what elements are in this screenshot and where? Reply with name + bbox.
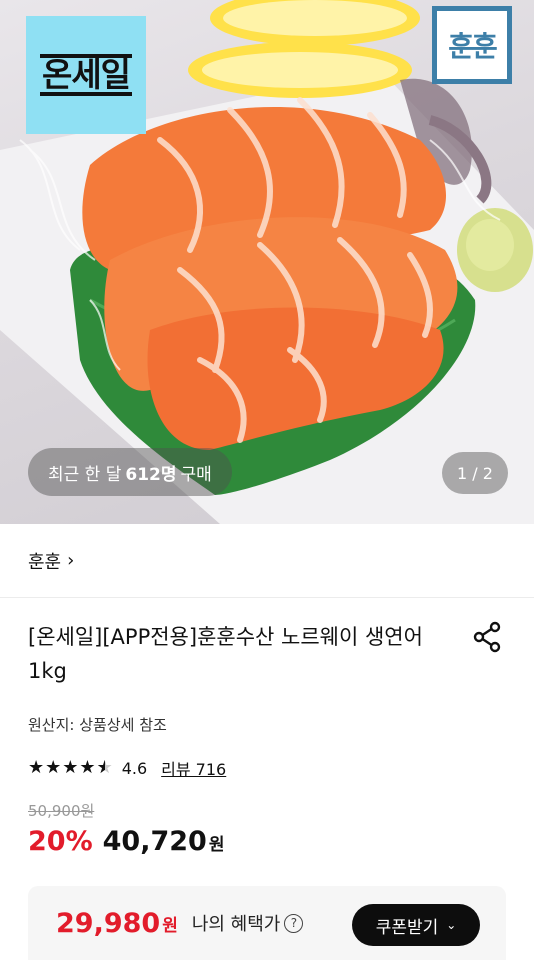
half-star-icon: ★	[97, 759, 113, 778]
benefit-price-box: 29,980 원 나의 혜택가 ? 쿠폰받기 ⌄	[28, 886, 506, 960]
recent-buyers-badge: 최근 한 달 612명 구매	[28, 448, 232, 496]
coupon-button-label: 쿠폰받기	[375, 917, 439, 938]
rating-score: 4.6	[121, 758, 148, 778]
sale-price-unit: 원	[208, 835, 225, 855]
star-icon: ★	[79, 757, 96, 778]
discount-rate: 20%	[28, 826, 93, 857]
product-image-carousel[interactable]: 온세일 훈훈 최근 한 달 612명 구매 1 / 2	[0, 0, 534, 524]
buyers-count: 612명	[125, 464, 177, 485]
get-coupon-button[interactable]: 쿠폰받기 ⌄	[352, 904, 480, 946]
star-icon: ★	[62, 757, 79, 778]
star-icon: ★	[28, 757, 45, 778]
store-name: 훈훈	[28, 551, 62, 573]
sale-price: 40,720	[102, 826, 207, 857]
star-rating: ★ ★ ★ ★ ★	[28, 757, 114, 778]
buyers-prefix: 최근 한 달	[48, 464, 122, 485]
original-price: 50,900원	[28, 802, 95, 820]
store-link[interactable]: 훈훈 ›	[0, 524, 534, 598]
brand-logo: 훈훈	[432, 6, 512, 84]
chevron-down-icon: ⌄	[446, 918, 457, 932]
benefit-price-unit: 원	[162, 915, 178, 936]
brand-logo-text: 훈훈	[448, 30, 498, 63]
reviews-link[interactable]: 리뷰 716	[161, 756, 226, 780]
help-icon[interactable]: ?	[284, 913, 304, 933]
buyers-suffix: 구매	[180, 464, 212, 485]
chevron-right-icon: ›	[67, 550, 75, 571]
image-page-indicator: 1 / 2	[442, 452, 508, 494]
rating-row: ★ ★ ★ ★ ★ 4.6 리뷰 716	[28, 756, 226, 780]
product-title: [온세일][APP전용]훈훈수산 노르웨이 생연어 1kg	[28, 625, 423, 683]
onsale-logo-text: 온세일	[39, 53, 133, 97]
benefit-price: 29,980	[56, 907, 161, 939]
share-icon[interactable]	[470, 620, 504, 654]
origin-info: 원산지: 상품상세 참조	[28, 716, 167, 734]
price-row: 20% 40,720 원	[28, 826, 224, 857]
star-icon: ★	[45, 757, 62, 778]
onsale-logo: 온세일	[26, 16, 146, 134]
benefit-label: 나의 혜택가	[191, 914, 281, 935]
